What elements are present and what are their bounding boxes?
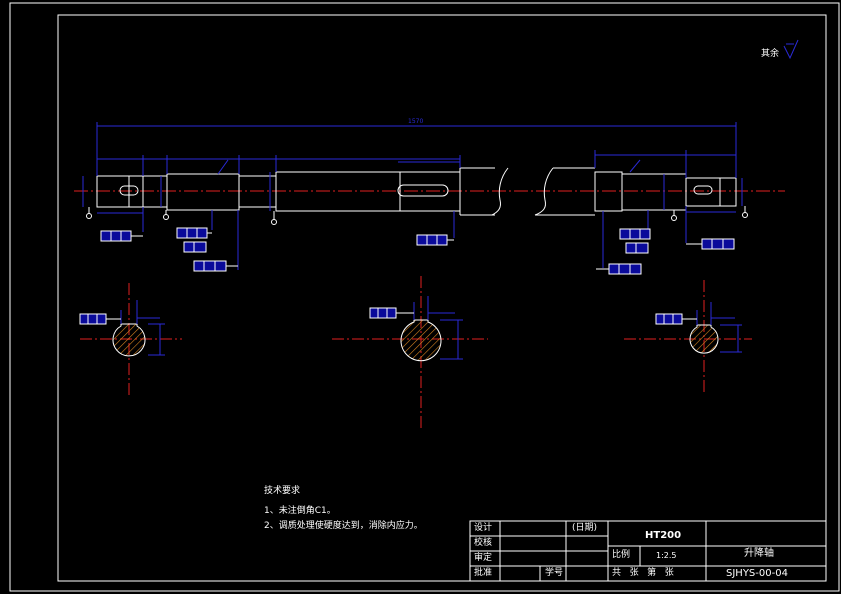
outer-frame — [9, 2, 840, 592]
tech-requirement-1: 1、未注倒角C1。 — [264, 506, 336, 516]
inner-frame — [57, 14, 827, 582]
section-middle — [332, 276, 488, 430]
title-block-sheets: 共 张 第 张 — [612, 568, 674, 578]
tech-requirement-2: 2、调质处理使硬度达到，消除内应力。 — [264, 521, 423, 531]
roughness-label: 其余 — [761, 49, 780, 59]
title-block-check: 校核 — [474, 538, 493, 548]
title-block-part-name: 升降轴 — [744, 548, 774, 559]
title-block-student-no: 学号 — [545, 568, 564, 578]
title-block-approve: 批准 — [474, 568, 493, 578]
title-block-design: 设计 — [474, 523, 493, 533]
title-block-scale-label: 比例 — [612, 550, 631, 560]
overall-length-dimension: 1570 — [408, 118, 424, 125]
title-block-scale-value: 1:2.5 — [656, 551, 677, 560]
cad-drawing — [9, 2, 840, 592]
tolerance-frames — [100, 227, 735, 275]
title-block-material: HT200 — [645, 530, 682, 541]
section-left — [79, 283, 182, 397]
tech-requirements-title: 技术要求 — [264, 486, 301, 496]
title-block-review: 审定 — [474, 553, 493, 563]
title-block-drawing-no: SJHYS-00-04 — [726, 568, 788, 579]
section-right — [624, 280, 752, 393]
roughness-symbol — [783, 39, 799, 60]
title-block-date-label: (日期) — [572, 523, 598, 533]
